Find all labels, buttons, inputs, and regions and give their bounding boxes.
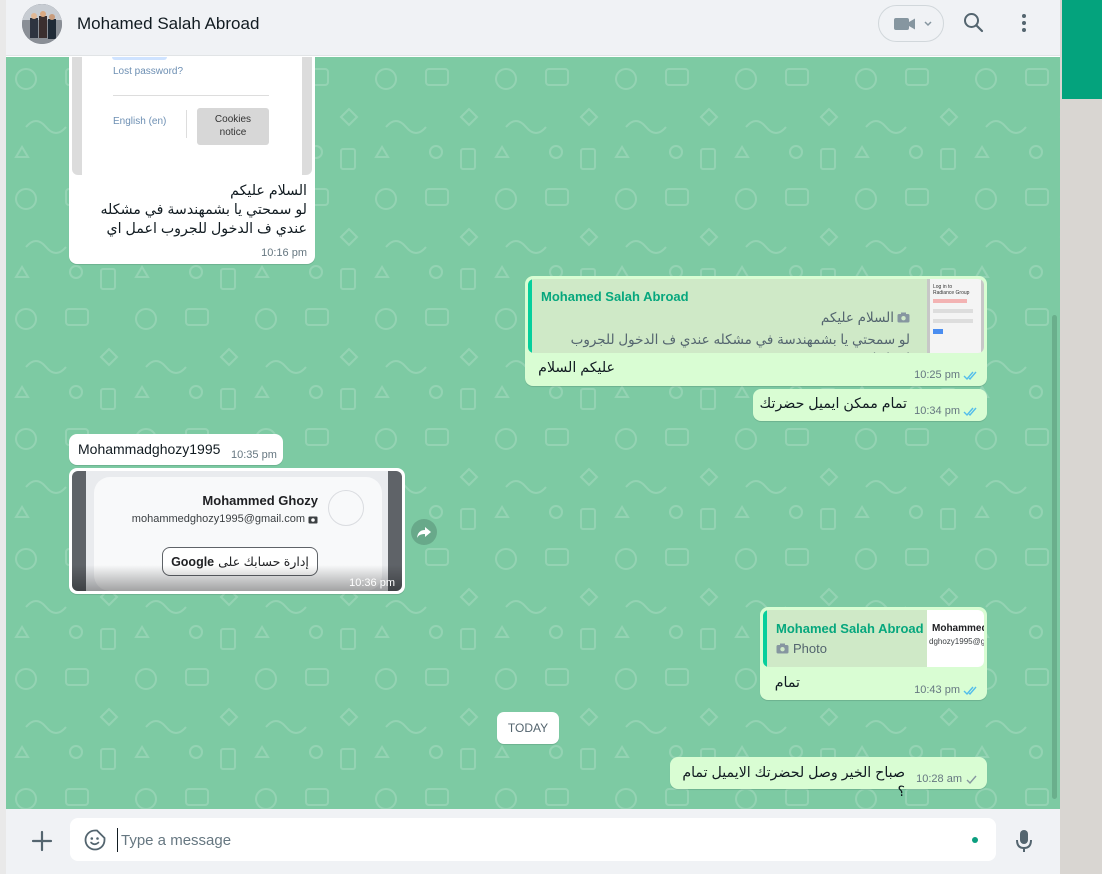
attach-button[interactable]	[28, 827, 56, 855]
video-call-button[interactable]	[878, 5, 944, 42]
account-name: Mohammed Ghozy	[202, 493, 318, 508]
chat-window: Mohamed Salah Abroad Lost password? Engl…	[6, 0, 1060, 874]
date-divider: TODAY	[497, 712, 559, 744]
scrollbar[interactable]	[1052, 315, 1057, 799]
camera-icon	[897, 312, 910, 323]
message-input[interactable]	[117, 828, 937, 852]
quote-author: Mohamed Salah Abroad	[541, 289, 689, 304]
message-box	[70, 818, 996, 861]
quote-thumbnail: Log in to Radiance Group	[927, 279, 984, 353]
language-text: English (en)	[113, 116, 167, 127]
message-text: صباح الخير وصل لحضرتك الايميل تمام ؟	[682, 765, 905, 800]
message-incoming[interactable]: Lost password? English (en) Cookies noti…	[69, 57, 315, 264]
chat-header: Mohamed Salah Abroad	[6, 0, 1060, 56]
voice-message-button[interactable]	[1014, 827, 1034, 855]
message-time: 10:28 am	[916, 773, 962, 785]
side-panel-strip	[1060, 0, 1102, 874]
emoji-button[interactable]	[84, 829, 106, 851]
camera-icon	[776, 643, 789, 654]
single-check-icon	[966, 775, 977, 785]
message-text: تمام	[774, 675, 800, 691]
double-check-icon	[963, 686, 977, 696]
message-time: 10:34 pm	[914, 405, 960, 417]
forward-button[interactable]	[411, 519, 437, 545]
lost-password-text: Lost password?	[113, 66, 184, 77]
sticker-emoji-icon	[84, 829, 106, 851]
microphone-icon	[1016, 830, 1032, 852]
forward-arrow-icon	[417, 527, 431, 538]
side-panel-accent	[1062, 0, 1102, 99]
message-time: 10:36 pm	[349, 577, 395, 589]
message-time: 10:35 pm	[231, 449, 277, 461]
camera-icon	[308, 516, 318, 523]
message-text: لو سمحتي يا بشمهندسة في مشكله	[100, 202, 307, 218]
chat-title[interactable]: Mohamed Salah Abroad	[77, 14, 259, 34]
quote-author: Mohamed Salah Abroad	[776, 621, 924, 636]
menu-button[interactable]	[1012, 10, 1036, 36]
message-time: 10:16 pm	[261, 247, 307, 259]
search-button[interactable]	[961, 10, 987, 36]
status-dot	[972, 837, 978, 843]
message-incoming[interactable]: Mohammadghozy1995 10:35 pm	[69, 434, 283, 465]
image-content[interactable]: Mohammed Ghozy mohammedghozy1995@gmail.c…	[72, 471, 402, 591]
account-email: mohammedghozy1995@gmail.com	[131, 513, 305, 525]
message-text: Mohammadghozy1995	[78, 441, 221, 457]
message-outgoing[interactable]: Mohamed Salah Abroad السلام عليكم لو سمح…	[525, 276, 987, 386]
quoted-message[interactable]: Mohamed Salah Abroad Photo Mohammed dgho…	[763, 610, 984, 667]
message-text: عليكم السلام	[538, 360, 615, 376]
message-text: السلام عليكم	[230, 183, 307, 199]
account-avatar	[328, 490, 364, 526]
avatar[interactable]	[22, 4, 62, 44]
kebab-menu-icon	[1022, 14, 1026, 32]
plus-icon	[31, 830, 53, 852]
quote-text: Photo	[793, 641, 827, 656]
double-check-icon	[963, 407, 977, 417]
message-time: 10:43 pm	[914, 684, 960, 696]
search-icon	[964, 13, 984, 33]
quote-thumbnail: Mohammed dghozy1995@gm	[927, 610, 984, 667]
message-outgoing[interactable]: Mohamed Salah Abroad Photo Mohammed dgho…	[760, 607, 987, 700]
double-check-icon	[963, 371, 977, 381]
thumbnail-title: Log in to Radiance Group	[933, 284, 970, 296]
message-outgoing[interactable]: صباح الخير وصل لحضرتك الايميل تمام ؟ 10:…	[670, 757, 987, 800]
message-incoming-image[interactable]: Mohammed Ghozy mohammedghozy1995@gmail.c…	[69, 468, 405, 594]
quote-text: السلام عليكم	[820, 310, 894, 325]
composer-bar	[6, 809, 1060, 874]
image-preview[interactable]: Lost password? English (en) Cookies noti…	[72, 57, 312, 175]
cookies-label: Cookies	[214, 114, 252, 125]
message-text: تمام ممكن ايميل حضرتك	[759, 396, 907, 412]
thumbnail-text: dghozy1995@gm	[929, 637, 984, 646]
video-camera-icon	[894, 18, 932, 30]
thumbnail-text: Mohammed	[932, 623, 984, 634]
message-outgoing[interactable]: تمام ممكن ايميل حضرتك 10:34 pm	[753, 389, 987, 421]
message-list[interactable]: Lost password? English (en) Cookies noti…	[6, 57, 1060, 809]
quoted-message[interactable]: Mohamed Salah Abroad السلام عليكم لو سمح…	[528, 279, 984, 353]
message-text: عندي ف الدخول للجروب اعمل اي	[106, 221, 307, 237]
notice-label: notice	[219, 127, 247, 138]
message-time: 10:25 pm	[914, 369, 960, 381]
quote-text: لو سمحتي يا بشمهندسة في مشكله عندي ف الد…	[570, 332, 910, 353]
